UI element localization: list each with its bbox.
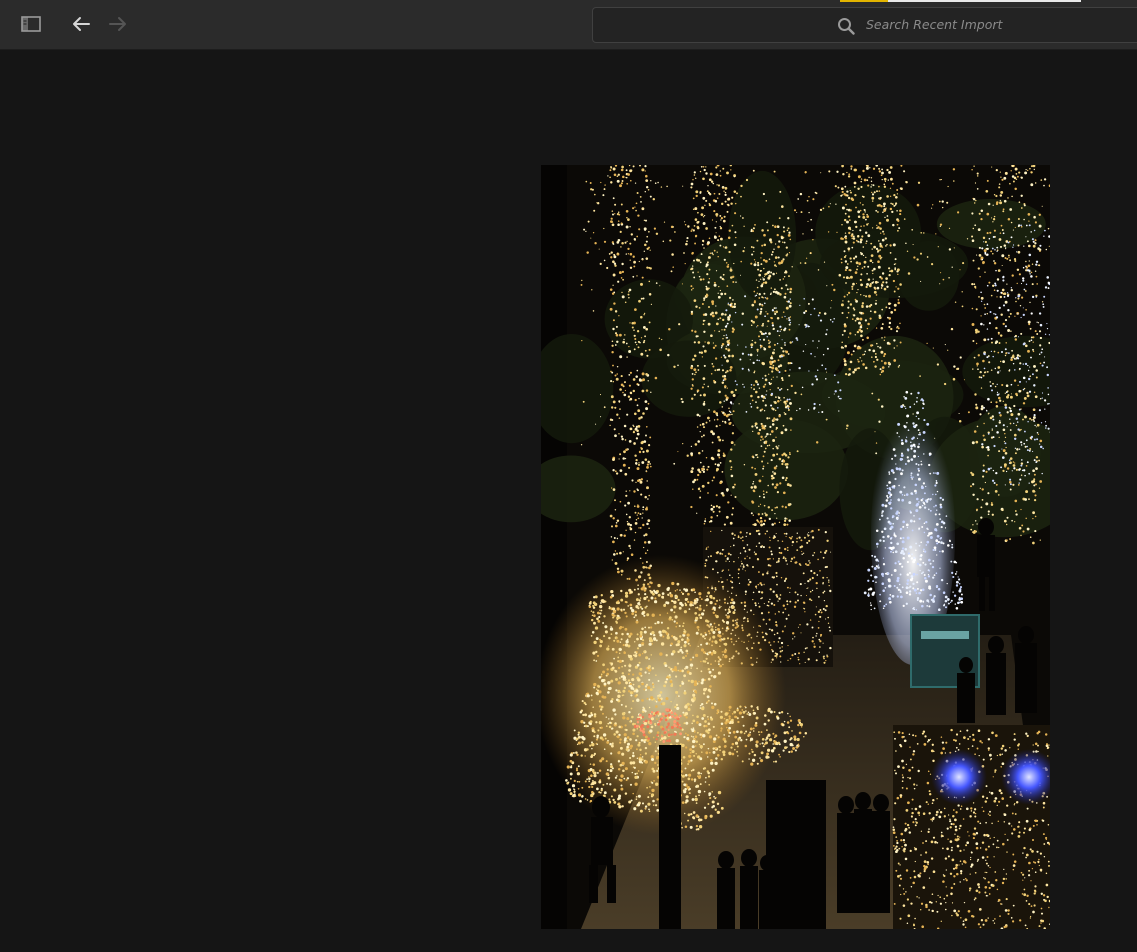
sidebar-toggle-button[interactable] xyxy=(17,10,45,38)
arrow-left-icon xyxy=(73,17,90,31)
forward-button[interactable] xyxy=(104,10,132,38)
back-button[interactable] xyxy=(67,10,95,38)
photo[interactable] xyxy=(541,165,1050,929)
import-progress-bar xyxy=(840,0,1081,2)
toolbar: Search Recent Import xyxy=(0,0,1137,50)
arrow-right-icon xyxy=(109,17,126,31)
photo-image xyxy=(541,165,1050,929)
search-field[interactable]: Search Recent Import xyxy=(592,7,1137,43)
import-progress-fill xyxy=(840,0,889,2)
search-placeholder: Search Recent Import xyxy=(866,17,1003,32)
search-icon xyxy=(838,18,855,35)
sidebar-icon xyxy=(21,16,41,32)
